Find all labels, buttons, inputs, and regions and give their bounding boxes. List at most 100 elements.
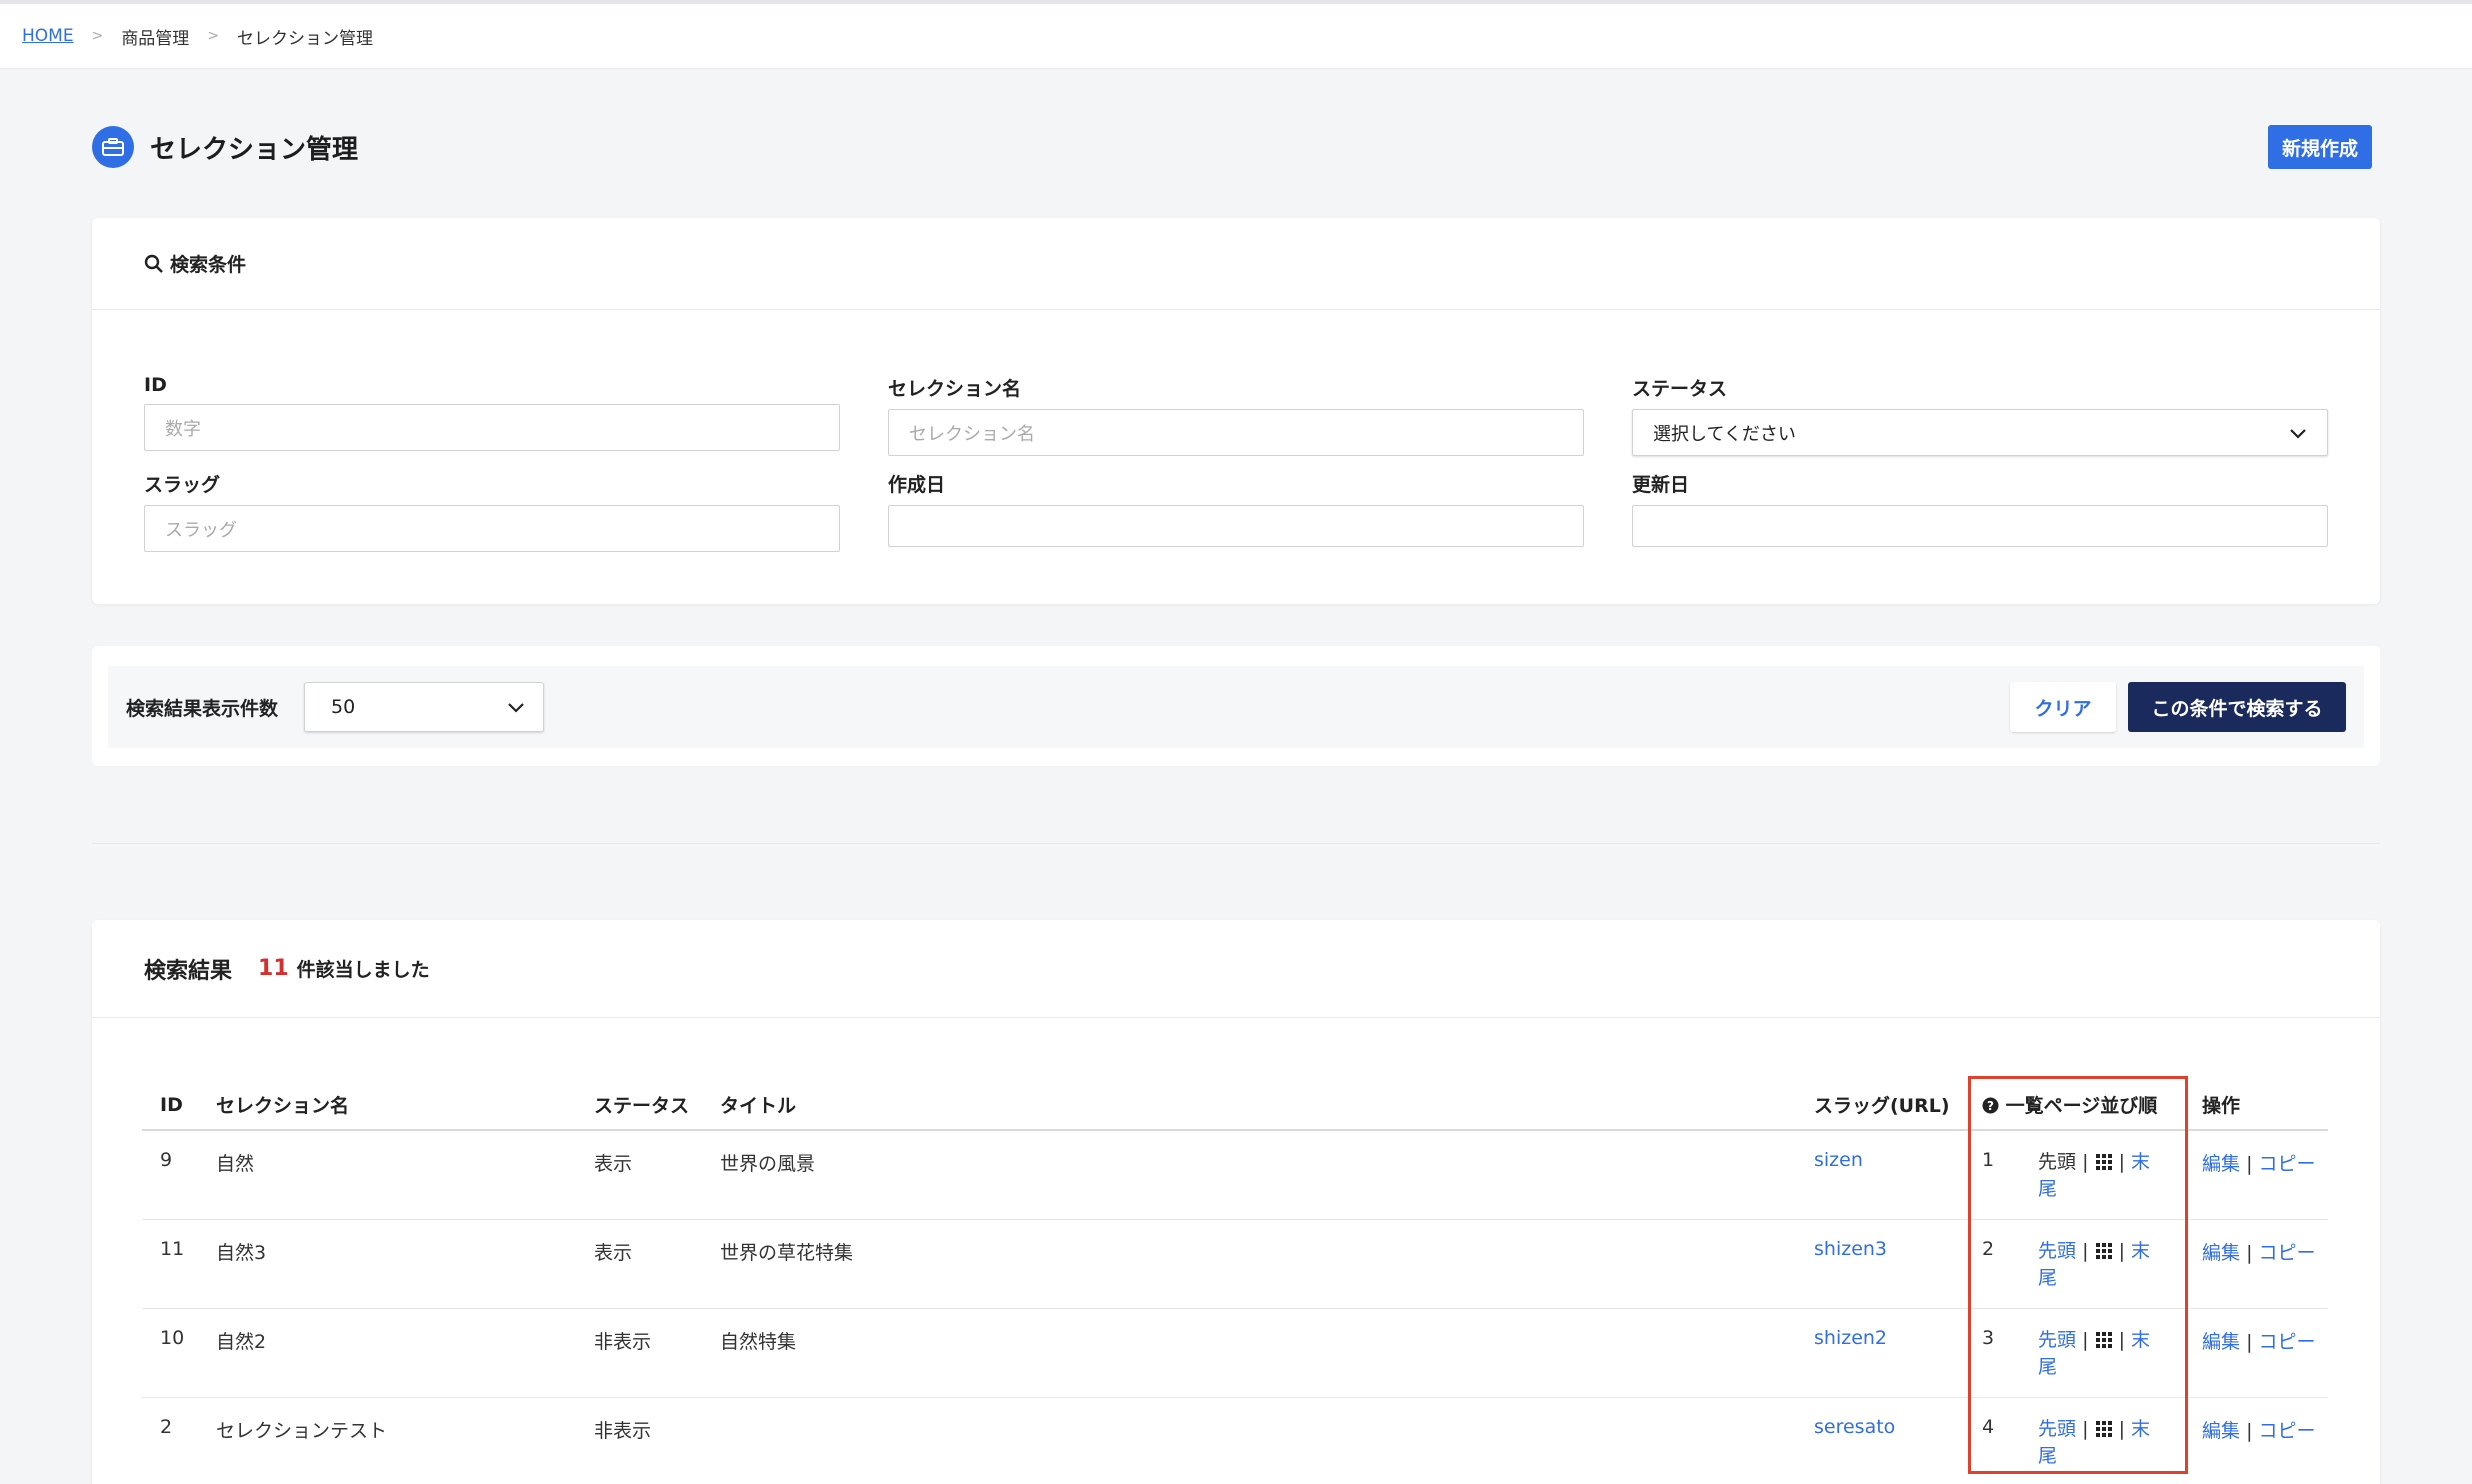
column-header-order: ? 一覧ページ並び順 xyxy=(1964,1080,2184,1131)
results-count-suffix: 件該当しました xyxy=(296,959,430,981)
order-value: 1 xyxy=(1982,1149,1995,1171)
cell-actions: 編集 | コピー xyxy=(2184,1308,2328,1398)
slug-link[interactable]: shizen3 xyxy=(1814,1238,1887,1260)
search-controls-inner: 検索結果表示件数 50 クリア この条件で検索する xyxy=(108,666,2364,748)
page-header: セレクション管理 新規作成 xyxy=(92,124,2372,170)
column-header-name: セレクション名 xyxy=(198,1080,576,1131)
cell-id: 9 xyxy=(142,1130,198,1220)
column-header-slug: スラッグ(URL) xyxy=(1796,1080,1964,1131)
results-title: 検索結果 xyxy=(144,958,233,984)
selection-name-input[interactable]: セレクション名 xyxy=(888,409,1584,456)
breadcrumb-separator: > xyxy=(207,28,220,44)
copy-link[interactable]: コピー xyxy=(2259,1242,2316,1264)
result-count-label: 検索結果表示件数 xyxy=(126,697,279,720)
search-submit-button[interactable]: この条件で検索する xyxy=(2128,682,2346,732)
slug-label: スラッグ xyxy=(144,474,221,496)
selection-name-label: セレクション名 xyxy=(888,378,1022,400)
result-count-value: 50 xyxy=(331,696,356,718)
cell-status: 非表示 xyxy=(576,1308,702,1398)
results-count: 11 xyxy=(258,956,289,981)
edit-link[interactable]: 編集 xyxy=(2202,1153,2240,1175)
breadcrumb-item-products: 商品管理 xyxy=(121,28,190,49)
cell-name: 自然2 xyxy=(198,1308,576,1398)
drag-grid-icon[interactable] xyxy=(2095,1242,2113,1260)
table-header-row: ID セレクション名 ステータス タイトル スラッグ(URL) ? 一覧ページ並… xyxy=(142,1080,2328,1131)
move-first-link[interactable]: 先頭 xyxy=(2038,1329,2076,1351)
result-count-select[interactable]: 50 xyxy=(304,682,545,732)
drag-grid-icon[interactable] xyxy=(2095,1153,2113,1171)
cell-title: 自然特集 xyxy=(702,1308,1796,1398)
move-first-link[interactable]: 先頭 xyxy=(2038,1240,2076,1262)
table-row: 2 セレクションテスト 非表示 seresato 4 先頭 | | 末尾 編集 … xyxy=(142,1397,2328,1484)
order-value: 3 xyxy=(1982,1326,1995,1349)
updated-date-input[interactable] xyxy=(1632,505,2328,547)
column-header-title: タイトル xyxy=(702,1080,1796,1131)
search-icon xyxy=(144,254,163,273)
svg-text:?: ? xyxy=(1987,1099,1994,1113)
updated-date-field: 更新日 xyxy=(1632,470,2328,547)
results-header: 検索結果 11 件該当しました xyxy=(92,920,2380,1018)
cell-id: 10 xyxy=(142,1308,198,1398)
slug-link[interactable]: seresato xyxy=(1814,1416,1895,1438)
order-value: 2 xyxy=(1982,1237,1995,1260)
cell-title: 世界の草花特集 xyxy=(702,1219,1796,1309)
cell-order: 4 先頭 | | 末尾 xyxy=(1964,1397,2184,1484)
breadcrumb-separator: > xyxy=(91,28,104,44)
search-results-card: 検索結果 11 件該当しました ID セレクション名 ステータス タイトル スラ… xyxy=(92,920,2380,1484)
cell-order: 1 先頭 | | 末尾 xyxy=(1964,1130,2184,1220)
cell-status: 表示 xyxy=(576,1219,702,1309)
column-header-order-label: 一覧ページ並び順 xyxy=(2005,1095,2158,1117)
move-first-link[interactable]: 先頭 xyxy=(2038,1418,2076,1440)
page-title: セレクション管理 xyxy=(150,134,359,165)
edit-link[interactable]: 編集 xyxy=(2202,1242,2240,1264)
cell-order: 3 先頭 | | 末尾 xyxy=(1964,1308,2184,1398)
table-row: 10 自然2 非表示 自然特集 shizen2 3 先頭 | | 末尾 編集 |… xyxy=(142,1308,2328,1398)
created-date-field: 作成日 xyxy=(888,470,1584,547)
question-circle-icon[interactable]: ? xyxy=(1982,1097,1999,1114)
id-field: ID 数字 xyxy=(144,374,840,451)
status-field: ステータス 選択してください xyxy=(1632,374,2328,456)
new-create-button[interactable]: 新規作成 xyxy=(2267,125,2372,169)
move-first-label: 先頭 xyxy=(2038,1151,2077,1173)
cell-actions: 編集 | コピー xyxy=(2184,1130,2328,1220)
search-conditions-title: 検索条件 xyxy=(170,254,247,276)
copy-link[interactable]: コピー xyxy=(2259,1153,2316,1175)
order-value: 4 xyxy=(1982,1415,1995,1438)
cell-actions: 編集 | コピー xyxy=(2184,1219,2328,1309)
edit-link[interactable]: 編集 xyxy=(2202,1331,2240,1353)
drag-grid-icon[interactable] xyxy=(2095,1420,2113,1438)
drag-grid-icon[interactable] xyxy=(2095,1331,2113,1349)
cell-order: 2 先頭 | | 末尾 xyxy=(1964,1219,2184,1309)
cell-id: 2 xyxy=(142,1397,198,1484)
cell-name: 自然 xyxy=(198,1130,576,1220)
column-header-status: ステータス xyxy=(576,1080,702,1131)
chevron-down-icon xyxy=(508,703,524,713)
cell-name: 自然3 xyxy=(198,1219,576,1309)
cell-id: 11 xyxy=(142,1219,198,1309)
selection-name-field: セレクション名 セレクション名 xyxy=(888,374,1584,456)
slug-link[interactable]: sizen xyxy=(1814,1149,1863,1171)
breadcrumb-home-link[interactable]: HOME xyxy=(22,26,74,46)
clear-button[interactable]: クリア xyxy=(2010,682,2116,732)
cell-status: 表示 xyxy=(576,1130,702,1220)
chevron-down-icon xyxy=(2290,428,2306,439)
status-select-value: 選択してください xyxy=(1653,423,1796,445)
slug-link[interactable]: shizen2 xyxy=(1814,1327,1887,1349)
created-date-input[interactable] xyxy=(888,505,1584,547)
section-divider xyxy=(92,843,2380,844)
cell-status: 非表示 xyxy=(576,1397,702,1484)
cell-title: 世界の風景 xyxy=(702,1130,1796,1220)
slug-field: スラッグ スラッグ xyxy=(144,470,840,552)
column-header-actions: 操作 xyxy=(2184,1080,2328,1131)
copy-link[interactable]: コピー xyxy=(2259,1331,2316,1353)
breadcrumb: HOME > 商品管理 > セレクション管理 xyxy=(0,0,2472,69)
id-label: ID xyxy=(144,374,167,396)
status-select[interactable]: 選択してください xyxy=(1632,409,2328,456)
breadcrumb-item-selection: セレクション管理 xyxy=(237,28,374,49)
copy-link[interactable]: コピー xyxy=(2259,1420,2316,1442)
cell-actions: 編集 | コピー xyxy=(2184,1397,2328,1484)
slug-input[interactable]: スラッグ xyxy=(144,505,840,552)
briefcase-icon xyxy=(92,126,134,168)
edit-link[interactable]: 編集 xyxy=(2202,1420,2240,1442)
id-input[interactable]: 数字 xyxy=(144,404,840,451)
